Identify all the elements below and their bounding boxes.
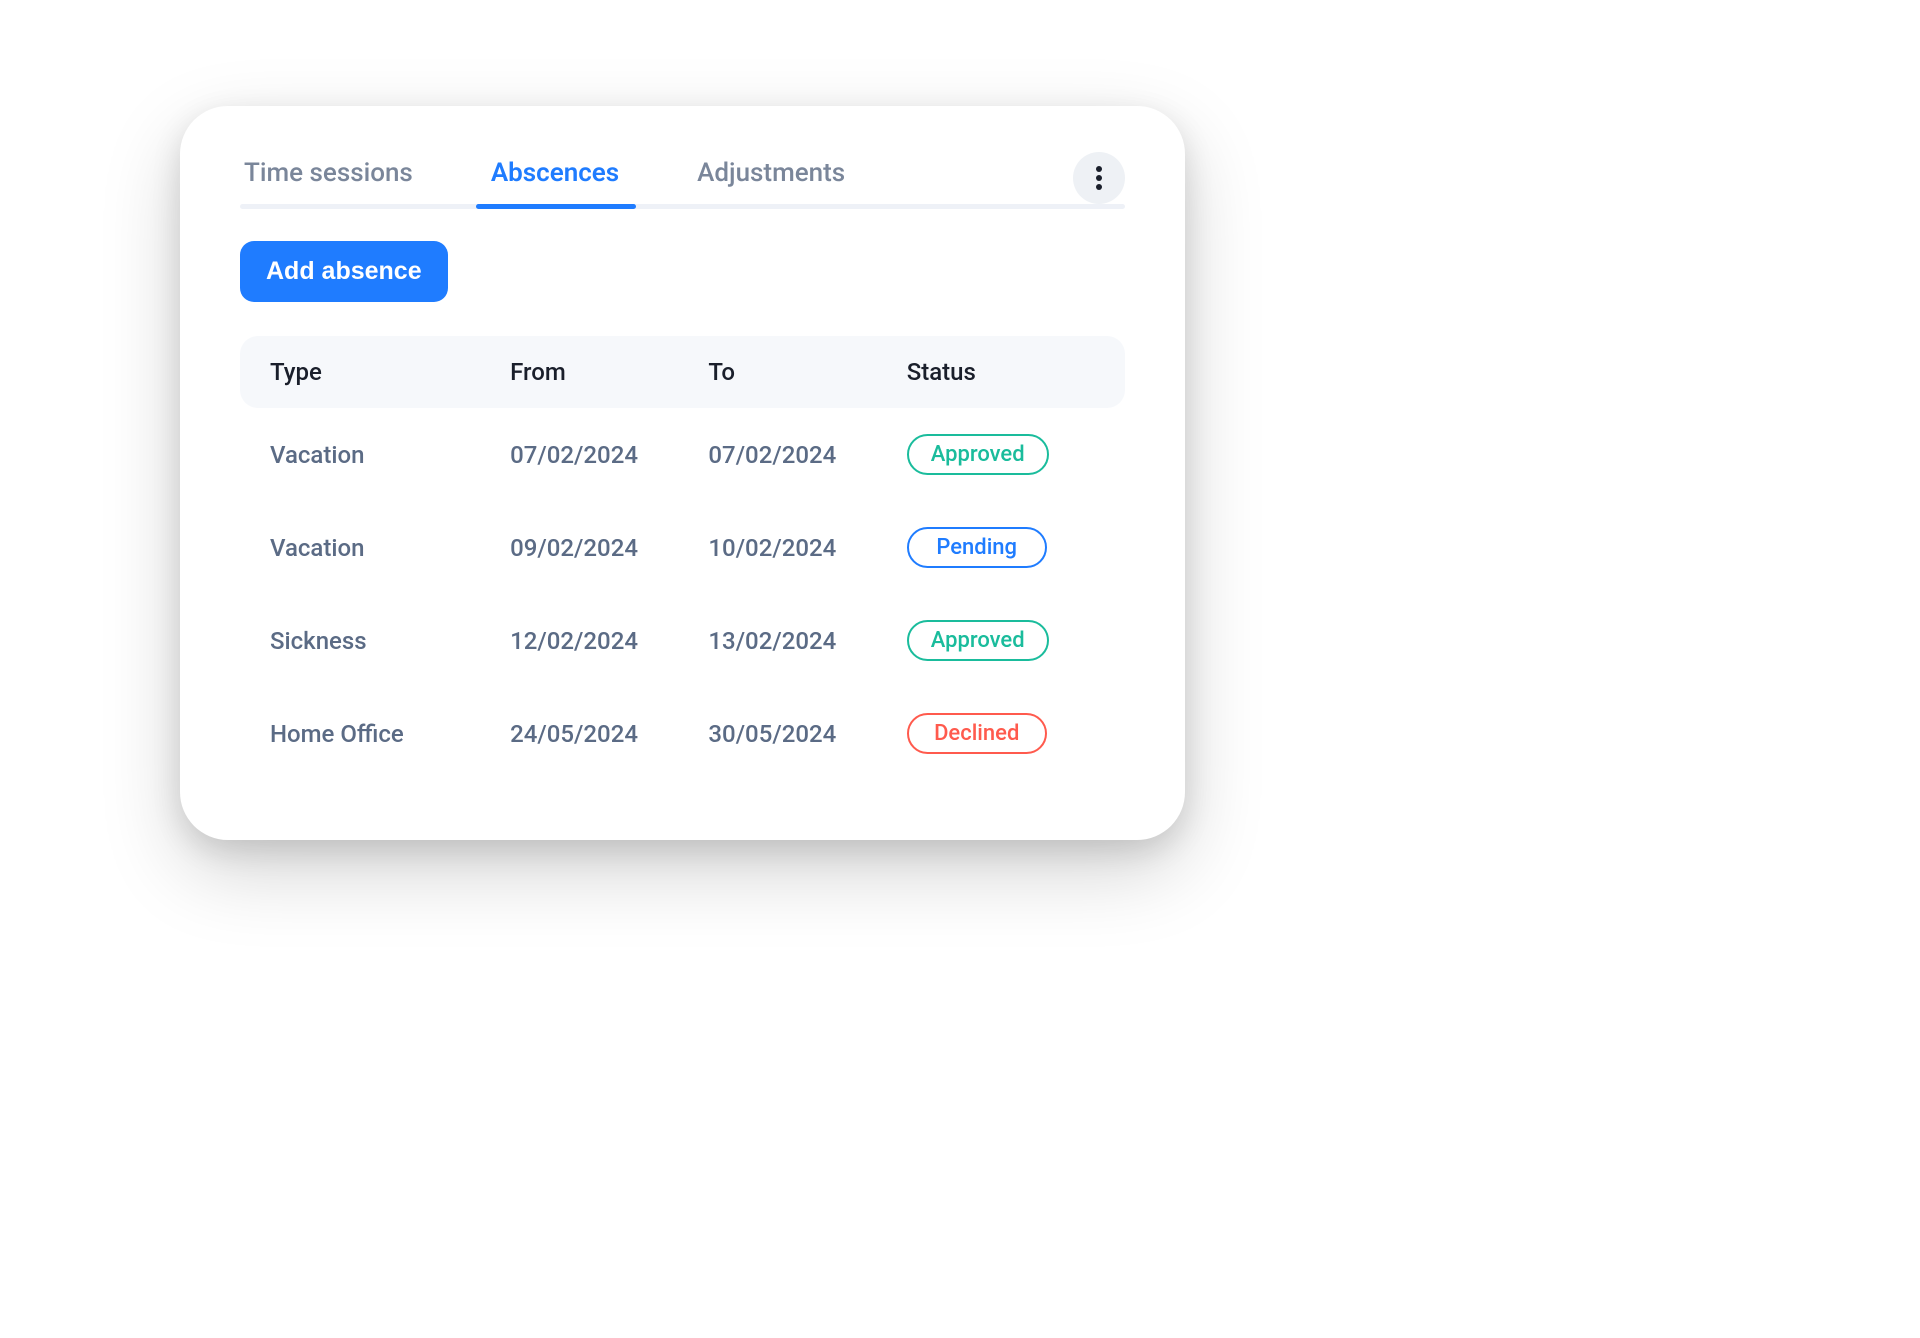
cell-status: Declined [907, 713, 1095, 754]
absences-table: Type From To Status Vacation 07/02/2024 … [240, 336, 1125, 780]
cell-status: Pending [907, 527, 1095, 568]
col-to: To [708, 358, 896, 386]
cell-type: Vacation [270, 441, 500, 469]
table-row[interactable]: Home Office 24/05/2024 30/05/2024 Declin… [270, 687, 1095, 780]
cell-to: 10/02/2024 [708, 534, 896, 562]
active-tab-indicator [476, 204, 636, 209]
tab-adjustments[interactable]: Adjustments [693, 150, 849, 206]
table-header: Type From To Status [240, 336, 1125, 408]
cell-from: 24/05/2024 [510, 720, 698, 748]
status-badge: Pending [907, 527, 1047, 568]
col-type: Type [270, 358, 500, 386]
table-row[interactable]: Vacation 07/02/2024 07/02/2024 Approved [270, 408, 1095, 501]
add-absence-button[interactable]: Add absence [240, 241, 448, 302]
cell-to: 07/02/2024 [708, 441, 896, 469]
status-badge: Approved [907, 434, 1049, 475]
cell-type: Vacation [270, 534, 500, 562]
cell-type: Sickness [270, 627, 500, 655]
more-vertical-icon [1096, 166, 1102, 190]
cell-from: 07/02/2024 [510, 441, 698, 469]
status-badge: Declined [907, 713, 1047, 754]
more-menu-button[interactable] [1073, 152, 1125, 204]
table-row[interactable]: Sickness 12/02/2024 13/02/2024 Approved [270, 594, 1095, 687]
cell-from: 09/02/2024 [510, 534, 698, 562]
col-status: Status [907, 358, 1095, 386]
table-row[interactable]: Vacation 09/02/2024 10/02/2024 Pending [270, 501, 1095, 594]
cell-status: Approved [907, 620, 1095, 661]
tabs-row: Time sessions Abscences Adjustments [240, 150, 1125, 206]
cell-status: Approved [907, 434, 1095, 475]
cell-from: 12/02/2024 [510, 627, 698, 655]
table-body: Vacation 07/02/2024 07/02/2024 Approved … [240, 408, 1125, 780]
tabs: Time sessions Abscences Adjustments [240, 150, 1053, 206]
absences-card: Time sessions Abscences Adjustments Add … [180, 106, 1185, 840]
status-badge: Approved [907, 620, 1049, 661]
tab-time-sessions[interactable]: Time sessions [240, 150, 417, 206]
tab-absences[interactable]: Abscences [487, 150, 623, 206]
cell-type: Home Office [270, 720, 500, 748]
tabs-underline [240, 204, 1125, 209]
cell-to: 13/02/2024 [708, 627, 896, 655]
col-from: From [510, 358, 698, 386]
cell-to: 30/05/2024 [708, 720, 896, 748]
